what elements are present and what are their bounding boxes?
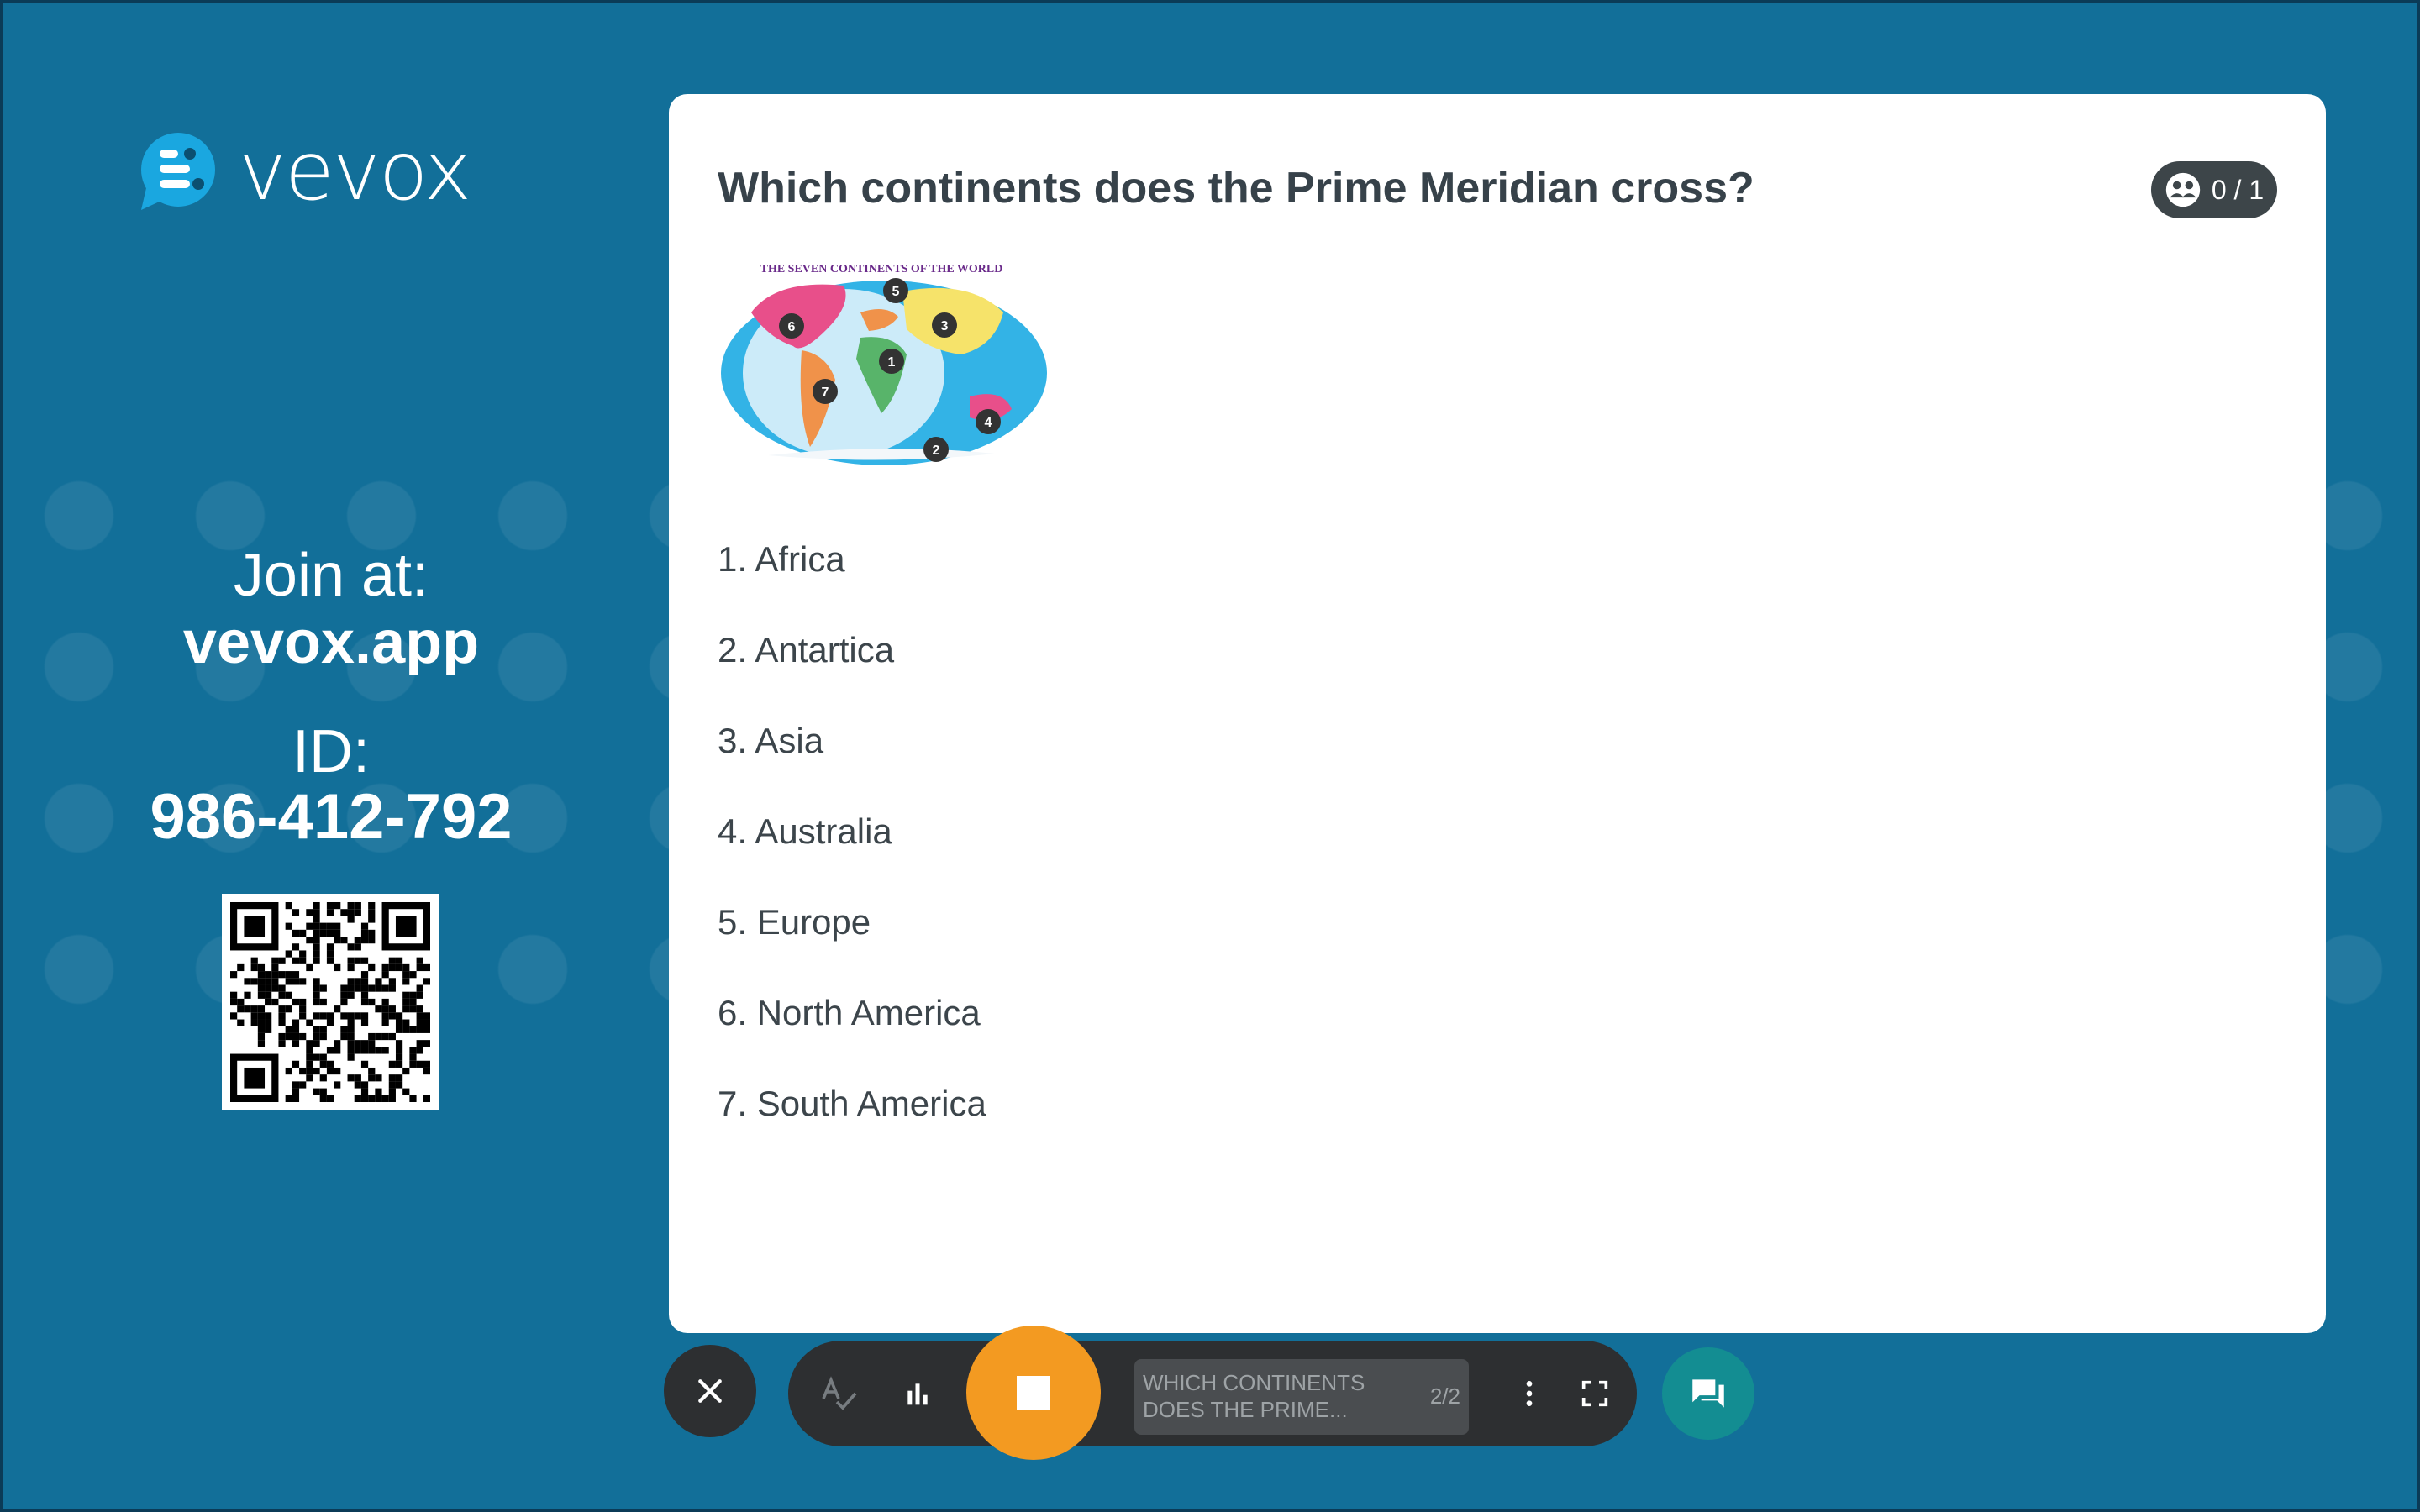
session-id-label: ID: — [292, 718, 370, 785]
spellcheck-icon — [822, 1376, 857, 1410]
map-marker-1: 1 — [879, 349, 904, 374]
results-button[interactable] — [892, 1368, 943, 1419]
participants-icon — [2165, 172, 2201, 207]
answer-option: 4. Australia — [718, 811, 892, 851]
answer-option: 2. Antartica — [718, 630, 895, 669]
presenter-screen: vevox Join at: vevox.app ID: 986-412-792… — [0, 0, 2420, 1512]
map-marker-7: 7 — [813, 379, 838, 404]
session-id-value: 986-412-792 — [150, 781, 513, 853]
answer-option: 3. Asia — [718, 721, 824, 760]
messages-button[interactable] — [1662, 1347, 1754, 1440]
map-marker-5: 5 — [883, 278, 908, 303]
question-position: 2/2 — [1429, 1383, 1460, 1409]
more-vert-icon — [1526, 1381, 1533, 1406]
answer-option: 5. Europe — [718, 902, 871, 942]
chat-icon — [1692, 1379, 1724, 1408]
map-marker-4: 4 — [976, 409, 1001, 434]
question-preview-text: WHICH CONTINENTS DOES THE PRIME... — [1143, 1370, 1365, 1422]
response-count-badge: 0 / 1 — [2151, 161, 2277, 218]
vevox-logo: vevox — [134, 124, 471, 218]
response-count: 0 / 1 — [2211, 174, 2265, 205]
map-marker-2: 2 — [923, 437, 949, 462]
bar-chart-icon — [908, 1383, 928, 1405]
vevox-logo-icon — [141, 133, 215, 210]
answer-option: 6. North America — [718, 993, 981, 1032]
svg-text:2: 2 — [933, 444, 940, 458]
svg-text:3: 3 — [941, 319, 949, 333]
svg-text:6: 6 — [788, 320, 796, 334]
stop-voting-button[interactable] — [966, 1326, 1101, 1460]
answer-option: 1. Africa — [718, 539, 845, 579]
svg-text:5: 5 — [892, 285, 900, 299]
question-card: Which continents does the Prime Meridian… — [669, 94, 2326, 1333]
svg-text:7: 7 — [822, 386, 829, 400]
svg-text:4: 4 — [985, 416, 992, 430]
question-preview[interactable]: WHICH CONTINENTS DOES THE PRIME... 2/2 — [1134, 1359, 1469, 1435]
svg-text:1: 1 — [888, 355, 896, 370]
stop-icon — [1017, 1376, 1050, 1410]
spellcheck-button[interactable] — [813, 1368, 864, 1419]
qr-code-image — [230, 902, 430, 1102]
answer-option: 7. South America — [718, 1084, 986, 1123]
fullscreen-button[interactable] — [1570, 1368, 1620, 1419]
join-url: vevox.app — [182, 609, 480, 676]
more-options-button[interactable] — [1504, 1368, 1555, 1419]
question-title: Which continents does the Prime Meridian… — [718, 164, 1754, 213]
map-marker-6: 6 — [779, 313, 804, 339]
qr-code — [222, 894, 439, 1110]
map-caption: THE SEVEN CONTINENTS OF THE WORLD — [760, 263, 1003, 276]
fullscreen-icon — [1581, 1380, 1608, 1407]
world-map-image: THE SEVEN CONTINENTS OF THE WORLD 1 2 3 … — [721, 263, 1047, 465]
map-marker-3: 3 — [932, 312, 957, 338]
answer-options: 1. Africa 2. Antartica 3. Asia 4. Austra… — [718, 514, 986, 1149]
close-button[interactable] — [664, 1345, 756, 1437]
vevox-logo-text: vevox — [239, 124, 471, 218]
join-label: Join at: — [233, 542, 429, 609]
close-icon — [698, 1379, 722, 1403]
